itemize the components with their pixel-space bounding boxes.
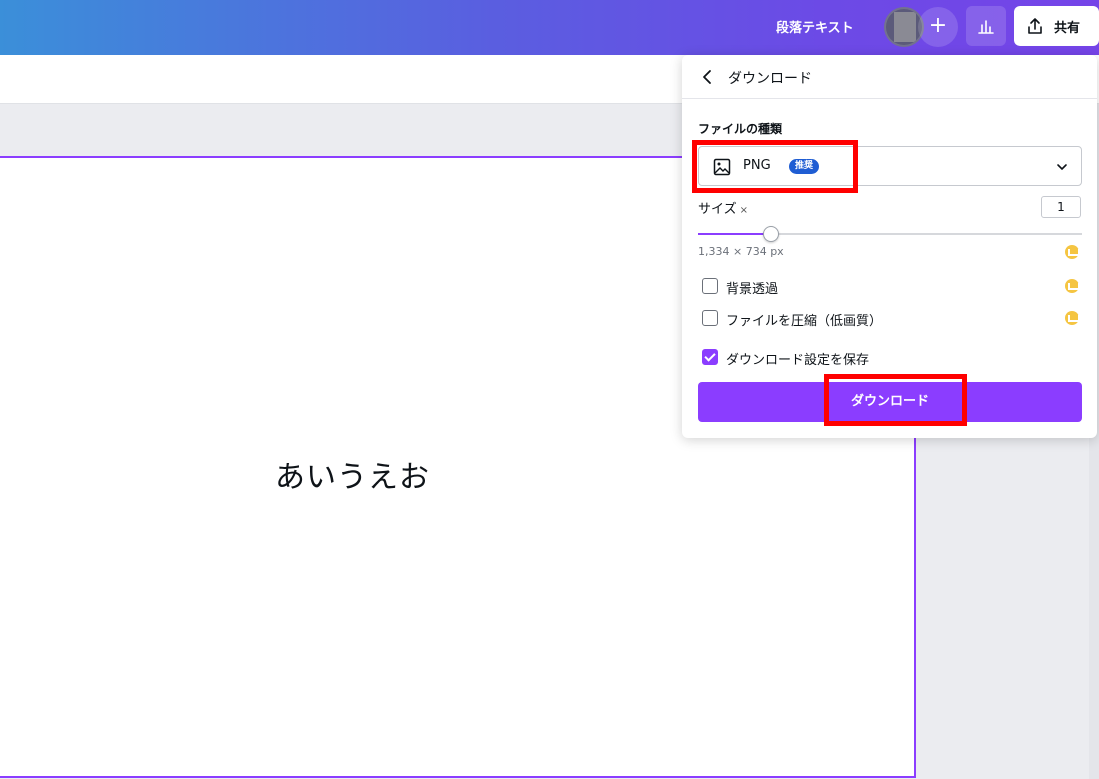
share-button[interactable]: 共有 [1014,6,1099,46]
crown-icon [1065,311,1080,325]
option-label: 背景透過 [726,282,779,297]
document-title[interactable]: 段落テキスト [776,17,854,36]
option-transparent-bg[interactable]: 背景透過 [702,277,1082,297]
size-slider-thumb[interactable] [762,226,779,242]
canvas-text[interactable]: あいうえお [275,452,430,496]
crown-icon [1065,279,1080,293]
size-input[interactable]: 1 [1041,196,1081,218]
chevron-left-icon[interactable] [698,67,718,87]
checkbox[interactable] [702,349,718,365]
add-collaborator-button[interactable]: + [918,7,958,47]
option-compress-file[interactable]: ファイルを圧縮（低画質） [702,309,1082,329]
share-icon [1028,18,1042,34]
size-label-text: サイズ [698,202,737,217]
file-type-label: ファイルの種類 [698,122,783,136]
option-label: ダウンロード設定を保存 [726,353,870,368]
checkbox[interactable] [702,278,718,294]
size-mark: × [739,205,749,216]
checkbox[interactable] [702,310,718,326]
size-slider-fill [698,233,771,235]
chevron-down-icon [1057,164,1067,171]
top-bar: 段落テキスト + 共有 [0,0,1099,55]
bar-chart-icon [978,20,994,34]
highlight-box-file-type [692,140,858,193]
size-label: サイズ × [698,198,748,217]
share-label: 共有 [1054,21,1081,36]
crown-icon [1065,245,1080,259]
option-save-settings[interactable]: ダウンロード設定を保存 [702,348,1082,368]
dimensions-text: 1,334 × 734 px [698,245,784,258]
highlight-box-download [824,374,967,426]
insights-button[interactable] [966,6,1006,46]
panel-header: ダウンロード [682,55,1097,99]
size-slider-track[interactable] [698,233,1082,235]
panel-title: ダウンロード [728,71,812,87]
option-label: ファイルを圧縮（低画質） [726,314,883,329]
